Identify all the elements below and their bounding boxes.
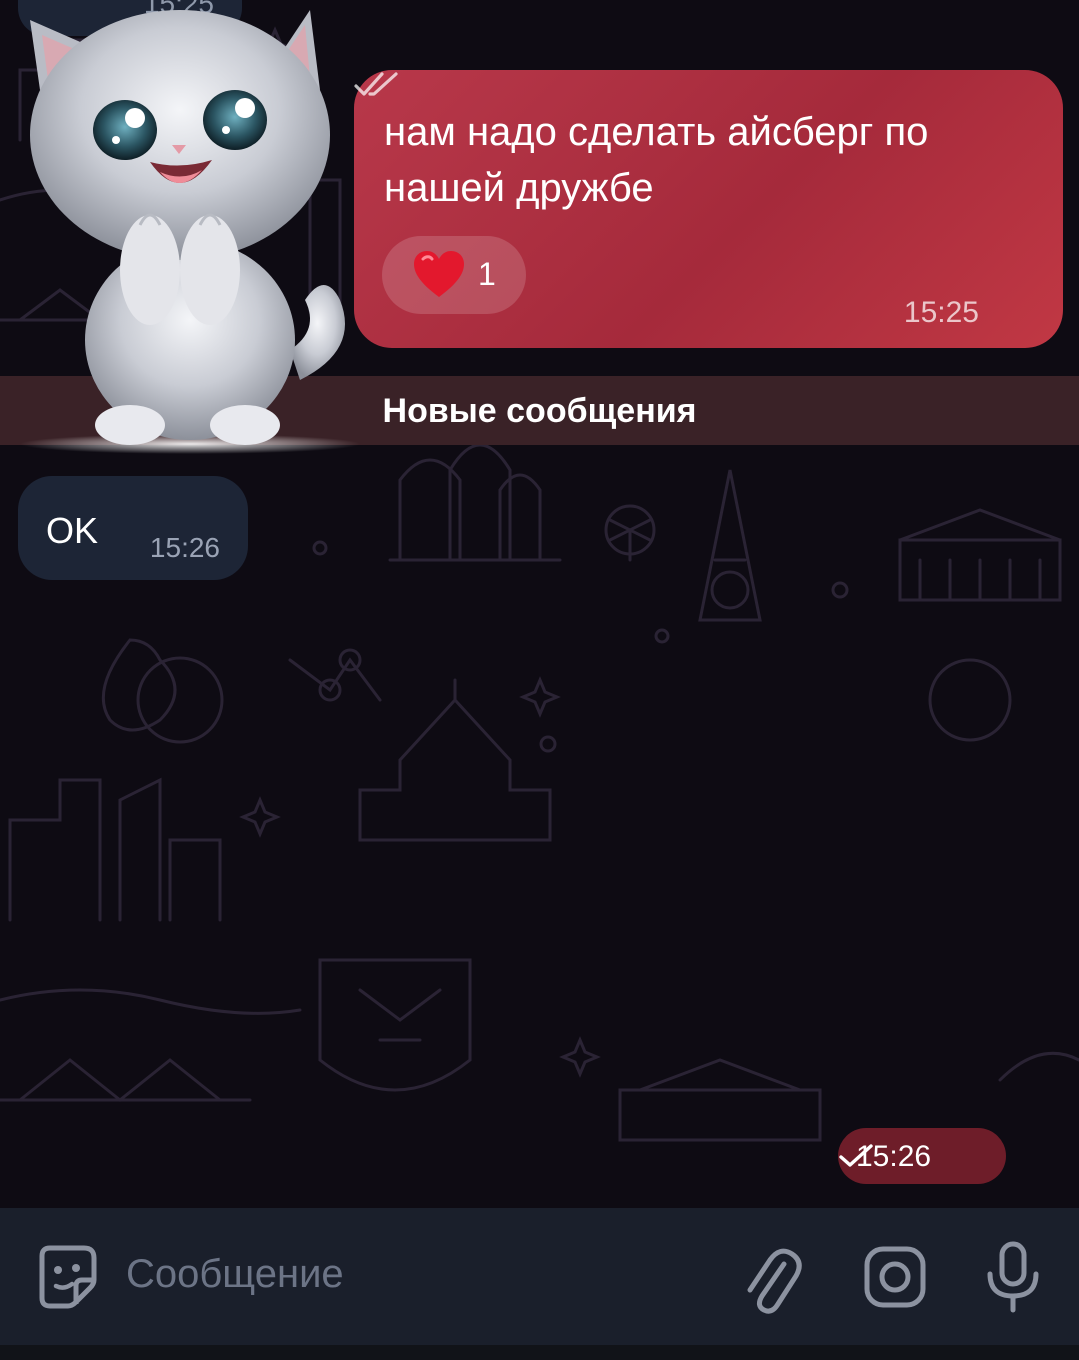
message-text: OK bbox=[46, 510, 99, 551]
camera-icon[interactable] bbox=[862, 1244, 928, 1310]
kitten-sticker[interactable] bbox=[0, 0, 380, 460]
new-messages-label: Новые сообщения bbox=[382, 392, 697, 430]
sticker-icon[interactable] bbox=[32, 1242, 102, 1312]
chat-background[interactable]: 15:25 нам надо сделать айсберг по нашей … bbox=[0, 0, 1079, 1208]
reaction-count: 1 bbox=[478, 256, 496, 292]
outgoing-message-bubble[interactable]: нам надо сделать айсберг по нашей дружбе… bbox=[354, 70, 1063, 348]
microphone-icon[interactable] bbox=[982, 1240, 1044, 1314]
message-input-bar: Сообщение bbox=[0, 1208, 1079, 1345]
heart-icon bbox=[414, 251, 464, 297]
message-time: 15:25 bbox=[903, 296, 979, 329]
reaction-chip[interactable]: 1 bbox=[382, 236, 526, 314]
chat-screen: 15:25 нам надо сделать айсберг по нашей … bbox=[0, 0, 1079, 1360]
message-time: 15:26 bbox=[149, 532, 220, 563]
sticker-time-badge: 15:26 bbox=[838, 1128, 1006, 1184]
paperclip-icon[interactable] bbox=[740, 1244, 802, 1314]
incoming-message-bubble[interactable]: OK 15:26 bbox=[18, 476, 248, 580]
single-check-icon bbox=[839, 1144, 873, 1167]
navigation-bar-strip bbox=[0, 1345, 1079, 1360]
message-text: нам надо сделать айсберг по нашей дружбе bbox=[384, 110, 929, 210]
message-input[interactable]: Сообщение bbox=[126, 1252, 344, 1297]
